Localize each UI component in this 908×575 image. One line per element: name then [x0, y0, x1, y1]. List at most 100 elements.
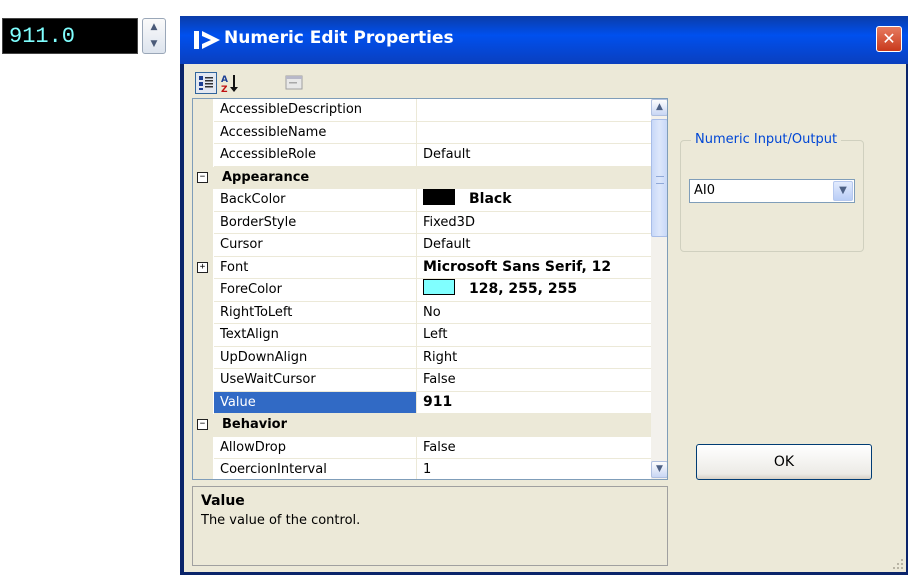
description-title: Value — [201, 493, 245, 509]
property-name[interactable]: TextAlign — [214, 324, 417, 347]
property-value[interactable] — [417, 99, 651, 122]
property-value[interactable]: False — [417, 369, 651, 392]
property-name[interactable]: UpDownAlign — [214, 346, 417, 369]
property-value[interactable]: False — [417, 437, 651, 459]
property-row[interactable]: ForeColor 128, 255, 255 — [193, 279, 651, 302]
property-row[interactable]: UseWaitCursor False — [193, 369, 651, 392]
row-gutter — [193, 121, 213, 144]
property-row[interactable]: UpDownAlign Right — [193, 346, 651, 369]
row-gutter — [193, 234, 213, 257]
scroll-up-icon[interactable]: ▲ — [651, 99, 667, 116]
category-label[interactable]: Appearance — [214, 166, 417, 189]
property-name[interactable]: CoercionInterval — [214, 459, 417, 479]
property-name[interactable]: Cursor — [214, 234, 417, 257]
property-value[interactable]: Right — [417, 347, 651, 369]
close-button[interactable]: ✕ — [876, 26, 902, 52]
property-name[interactable]: ForeColor — [214, 279, 417, 302]
description-text: The value of the control. — [201, 513, 361, 528]
ok-button[interactable]: OK — [696, 444, 872, 480]
channel-dropdown[interactable]: AI0 ▼ — [689, 179, 855, 203]
property-name[interactable]: Font — [214, 256, 417, 279]
numeric-io-group: Numeric Input/Output AI0 ▼ — [680, 132, 864, 252]
spin-up-icon[interactable]: ▲ — [143, 19, 165, 36]
property-name[interactable]: AllowDrop — [214, 436, 417, 459]
category-label[interactable]: Behavior — [214, 414, 417, 437]
property-row[interactable]: BorderStyle Fixed3D — [193, 211, 651, 234]
numeric-value-display[interactable]: 911.0 — [2, 18, 138, 54]
categorized-icon — [199, 76, 213, 90]
row-gutter — [193, 391, 213, 414]
svg-text:A: A — [221, 75, 228, 85]
property-value-text: Fixed3D — [423, 214, 475, 230]
property-row[interactable]: AccessibleName — [193, 121, 651, 144]
spin-down-icon[interactable]: ▼ — [143, 36, 165, 53]
scroll-thumb[interactable] — [651, 119, 667, 237]
row-gutter — [193, 189, 213, 212]
property-value-text: 128, 255, 255 — [469, 281, 578, 297]
property-name[interactable]: AccessibleDescription — [214, 99, 417, 122]
property-value — [417, 414, 651, 437]
property-name[interactable]: Value — [214, 391, 417, 414]
chevron-down-icon[interactable]: ▼ — [833, 181, 853, 201]
scroll-down-icon[interactable]: ▼ — [651, 461, 667, 478]
property-name[interactable]: AccessibleRole — [214, 144, 417, 167]
alphabetical-button[interactable]: A Z — [220, 72, 242, 95]
category-row[interactable]: − Behavior — [193, 414, 651, 437]
property-row[interactable]: CoercionInterval 1 — [193, 459, 651, 479]
property-value-text: No — [423, 304, 441, 320]
property-value-text: Left — [423, 327, 448, 342]
property-row[interactable]: Cursor Default — [193, 234, 651, 257]
property-value[interactable]: 911 — [417, 392, 651, 414]
categorized-button[interactable] — [195, 72, 217, 94]
row-gutter — [193, 436, 213, 459]
property-value[interactable]: Microsoft Sans Serif, 12 — [417, 257, 651, 279]
property-name[interactable]: AccessibleName — [214, 121, 417, 144]
property-row[interactable]: Value 911 — [193, 391, 651, 414]
property-row[interactable]: AllowDrop False — [193, 436, 651, 459]
collapse-icon[interactable]: − — [197, 419, 208, 430]
vertical-scrollbar[interactable]: ▲ ▼ — [651, 99, 667, 479]
property-name[interactable]: UseWaitCursor — [214, 369, 417, 392]
collapse-icon[interactable]: − — [197, 171, 208, 183]
property-value[interactable]: Default — [417, 144, 651, 167]
property-row[interactable]: AccessibleDescription — [193, 99, 651, 122]
row-gutter — [193, 459, 213, 479]
resize-grip-icon[interactable] — [892, 558, 904, 570]
property-pages-icon — [285, 75, 303, 90]
row-gutter — [193, 369, 213, 392]
row-gutter: − — [193, 414, 213, 437]
property-value[interactable]: Black — [417, 189, 651, 212]
color-swatch — [423, 279, 455, 295]
property-value[interactable]: Left — [417, 324, 651, 347]
property-name[interactable]: BackColor — [214, 189, 417, 212]
group-label: Numeric Input/Output — [691, 132, 842, 147]
property-pages-button[interactable] — [284, 72, 306, 94]
property-value[interactable]: 128, 255, 255 — [417, 279, 651, 302]
row-gutter — [193, 346, 213, 369]
property-value[interactable]: Default — [417, 234, 651, 257]
property-row[interactable]: RightToLeft No — [193, 301, 651, 324]
title-bar[interactable]: Numeric Edit Properties ✕ — [180, 16, 908, 64]
property-value[interactable] — [417, 122, 651, 144]
property-row[interactable]: + Font Microsoft Sans Serif, 12 — [193, 256, 651, 279]
property-row[interactable]: TextAlign Left — [193, 324, 651, 347]
property-name[interactable]: BorderStyle — [214, 211, 417, 234]
property-toolbar: A Z — [192, 70, 303, 96]
numeric-spinner[interactable]: ▲ ▼ — [142, 18, 166, 54]
color-swatch — [423, 189, 455, 205]
property-value[interactable]: 1 — [417, 459, 651, 479]
property-value[interactable]: No — [417, 302, 651, 324]
property-value-text: Default — [423, 147, 471, 162]
property-value[interactable]: Fixed3D — [417, 212, 651, 234]
property-row[interactable]: AccessibleRole Default — [193, 144, 651, 167]
property-grid[interactable]: AccessibleDescription AccessibleName Acces… — [192, 98, 668, 480]
expand-icon[interactable]: + — [197, 261, 208, 273]
svg-text:Z: Z — [221, 85, 228, 94]
property-name[interactable]: RightToLeft — [214, 301, 417, 324]
category-row[interactable]: − Appearance — [193, 166, 651, 189]
numeric-control[interactable]: 911.0 ▲ ▼ — [2, 18, 166, 54]
property-row[interactable]: BackColor Black — [193, 189, 651, 212]
row-gutter: − — [193, 166, 213, 189]
property-value-text: 1 — [423, 462, 432, 477]
property-value-text: Microsoft Sans Serif, 12 — [423, 258, 612, 275]
